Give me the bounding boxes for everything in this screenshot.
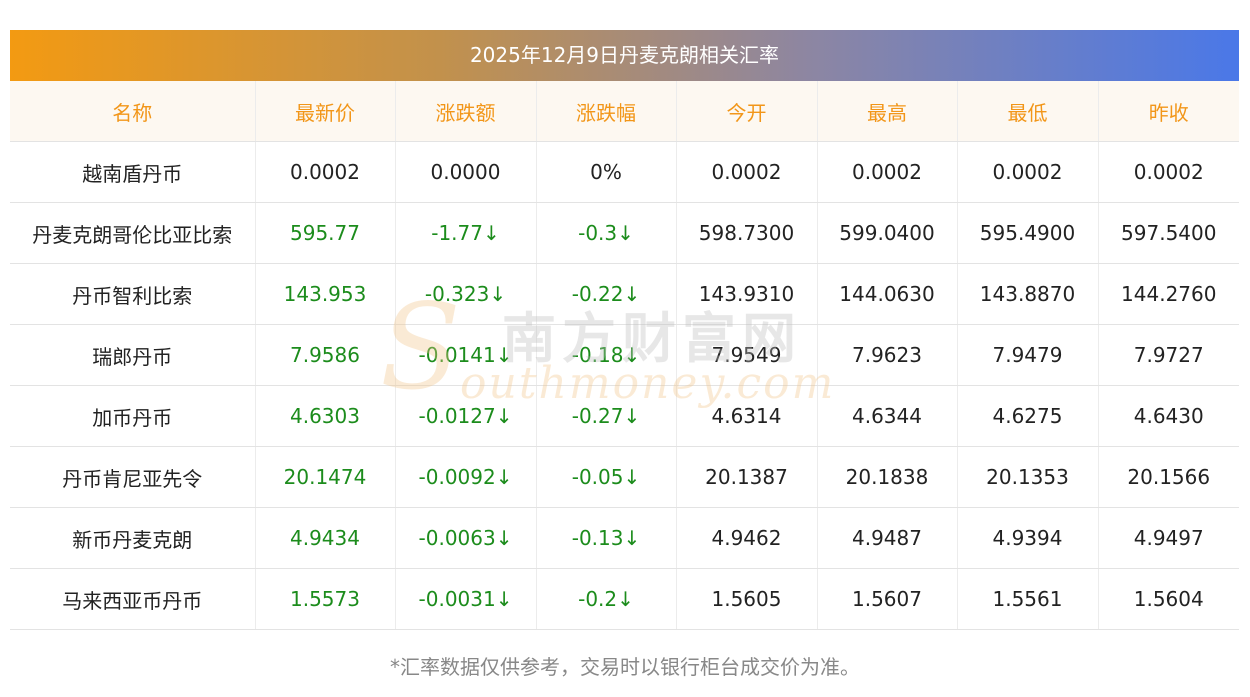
prev-close-price: 597.5400 xyxy=(1098,202,1239,264)
currency-pair-name: 越南盾丹币 xyxy=(10,141,256,203)
latest-price: 1.5573 xyxy=(255,568,396,630)
change-percent: -0.13↓ xyxy=(536,507,677,569)
table-header-row: 名称 最新价 涨跌额 涨跌幅 今开 最高 最低 昨收 xyxy=(10,81,1239,142)
low-price: 143.8870 xyxy=(957,263,1099,325)
prev-close-price: 7.9727 xyxy=(1098,324,1239,386)
currency-pair-name: 瑞郎丹币 xyxy=(10,324,256,386)
change-percent: -0.2↓ xyxy=(536,568,677,630)
table-row: 丹币肯尼亚先令 20.1474 -0.0092↓ -0.05↓ 20.1387 … xyxy=(10,446,1239,508)
change-amount: 0.0000 xyxy=(395,141,537,203)
latest-price: 143.953 xyxy=(255,263,396,325)
disclaimer-footnote: *汇率数据仅供参考，交易时以银行柜台成交价为准。 xyxy=(390,655,860,679)
column-header-prev-close: 昨收 xyxy=(1098,81,1239,142)
table-row: 丹币智利比索 143.953 -0.323↓ -0.22↓ 143.9310 1… xyxy=(10,263,1239,325)
low-price: 4.6275 xyxy=(957,385,1099,447)
table-row: 新币丹麦克朗 4.9434 -0.0063↓ -0.13↓ 4.9462 4.9… xyxy=(10,507,1239,569)
low-price: 0.0002 xyxy=(957,141,1099,203)
low-price: 1.5561 xyxy=(957,568,1099,630)
high-price: 20.1838 xyxy=(817,446,958,508)
high-price: 4.9487 xyxy=(817,507,958,569)
high-price: 144.0630 xyxy=(817,263,958,325)
currency-pair-name: 加币丹币 xyxy=(10,385,256,447)
column-header-name: 名称 xyxy=(10,81,256,142)
prev-close-price: 1.5604 xyxy=(1098,568,1239,630)
change-percent: -0.27↓ xyxy=(536,385,677,447)
currency-pair-name: 新币丹麦克朗 xyxy=(10,507,256,569)
column-header-latest: 最新价 xyxy=(255,81,396,142)
high-price: 0.0002 xyxy=(817,141,958,203)
change-percent: -0.3↓ xyxy=(536,202,677,264)
prev-close-price: 4.9497 xyxy=(1098,507,1239,569)
rate-table-panel: 2025年12月9日丹麦克朗相关汇率 名称 最新价 涨跌额 涨跌幅 今开 最高 … xyxy=(10,30,1239,630)
open-price: 20.1387 xyxy=(676,446,818,508)
column-header-change: 涨跌额 xyxy=(395,81,537,142)
latest-price: 20.1474 xyxy=(255,446,396,508)
latest-price: 4.6303 xyxy=(255,385,396,447)
latest-price: 0.0002 xyxy=(255,141,396,203)
open-price: 7.9549 xyxy=(676,324,818,386)
open-price: 143.9310 xyxy=(676,263,818,325)
low-price: 4.9394 xyxy=(957,507,1099,569)
table-title: 2025年12月9日丹麦克朗相关汇率 xyxy=(10,30,1239,81)
open-price: 4.9462 xyxy=(676,507,818,569)
change-percent: 0% xyxy=(536,141,677,203)
low-price: 7.9479 xyxy=(957,324,1099,386)
prev-close-price: 4.6430 xyxy=(1098,385,1239,447)
column-header-high: 最高 xyxy=(817,81,958,142)
open-price: 1.5605 xyxy=(676,568,818,630)
currency-pair-name: 丹麦克朗哥伦比亚比索 xyxy=(10,202,256,264)
latest-price: 4.9434 xyxy=(255,507,396,569)
open-price: 598.7300 xyxy=(676,202,818,264)
change-percent: -0.18↓ xyxy=(536,324,677,386)
prev-close-price: 0.0002 xyxy=(1098,141,1239,203)
latest-price: 595.77 xyxy=(255,202,396,264)
change-amount: -0.0127↓ xyxy=(395,385,537,447)
high-price: 599.0400 xyxy=(817,202,958,264)
change-amount: -0.0031↓ xyxy=(395,568,537,630)
table-row: 越南盾丹币 0.0002 0.0000 0% 0.0002 0.0002 0.0… xyxy=(10,141,1239,203)
change-amount: -0.0063↓ xyxy=(395,507,537,569)
currency-pair-name: 马来西亚币丹币 xyxy=(10,568,256,630)
change-amount: -0.0141↓ xyxy=(395,324,537,386)
prev-close-price: 20.1566 xyxy=(1098,446,1239,508)
change-percent: -0.05↓ xyxy=(536,446,677,508)
high-price: 7.9623 xyxy=(817,324,958,386)
currency-pair-name: 丹币肯尼亚先令 xyxy=(10,446,256,508)
rate-table: 名称 最新价 涨跌额 涨跌幅 今开 最高 最低 昨收 越南盾丹币 0.0002 … xyxy=(10,81,1239,630)
prev-close-price: 144.2760 xyxy=(1098,263,1239,325)
currency-pair-name: 丹币智利比索 xyxy=(10,263,256,325)
column-header-change-pct: 涨跌幅 xyxy=(536,81,677,142)
table-row: 加币丹币 4.6303 -0.0127↓ -0.27↓ 4.6314 4.634… xyxy=(10,385,1239,447)
table-row: 瑞郎丹币 7.9586 -0.0141↓ -0.18↓ 7.9549 7.962… xyxy=(10,324,1239,386)
low-price: 595.4900 xyxy=(957,202,1099,264)
change-percent: -0.22↓ xyxy=(536,263,677,325)
high-price: 1.5607 xyxy=(817,568,958,630)
open-price: 0.0002 xyxy=(676,141,818,203)
column-header-open: 今开 xyxy=(676,81,818,142)
change-amount: -0.0092↓ xyxy=(395,446,537,508)
table-row: 丹麦克朗哥伦比亚比索 595.77 -1.77↓ -0.3↓ 598.7300 … xyxy=(10,202,1239,264)
table-row: 马来西亚币丹币 1.5573 -0.0031↓ -0.2↓ 1.5605 1.5… xyxy=(10,568,1239,630)
open-price: 4.6314 xyxy=(676,385,818,447)
high-price: 4.6344 xyxy=(817,385,958,447)
change-amount: -0.323↓ xyxy=(395,263,537,325)
latest-price: 7.9586 xyxy=(255,324,396,386)
low-price: 20.1353 xyxy=(957,446,1099,508)
column-header-low: 最低 xyxy=(957,81,1099,142)
change-amount: -1.77↓ xyxy=(395,202,537,264)
